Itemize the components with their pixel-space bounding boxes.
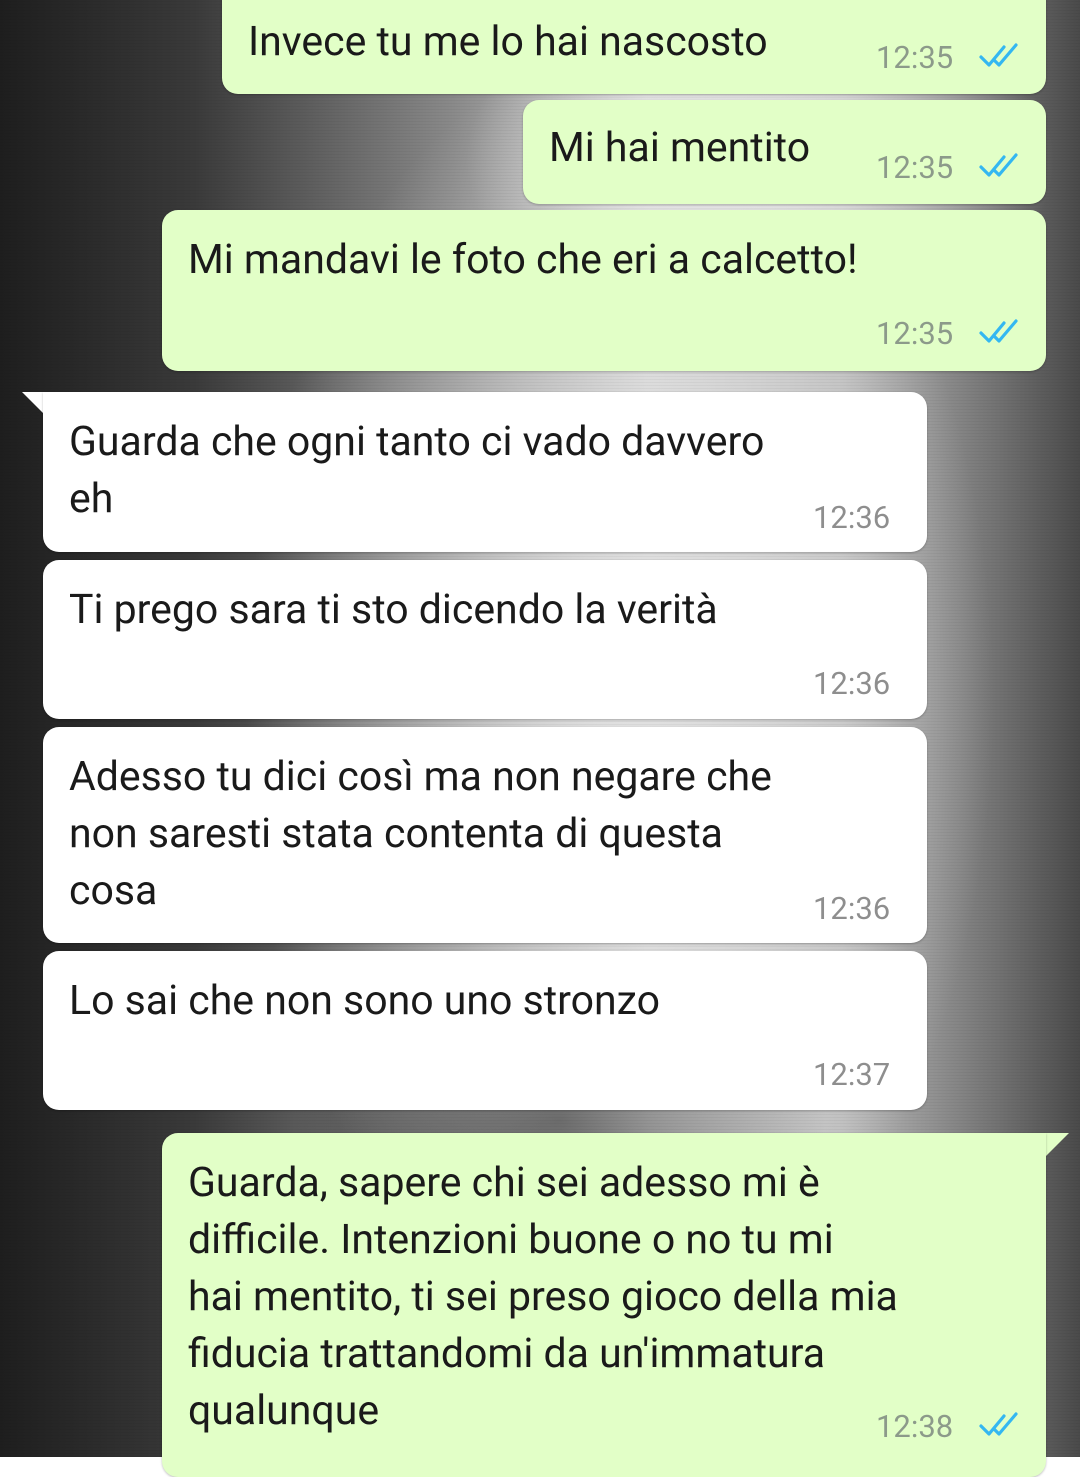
message-text: Invece tu me lo hai nascosto — [248, 18, 768, 66]
incoming-message[interactable]: Lo sai che non sono uno stronzo 12:37 — [43, 951, 927, 1110]
outgoing-message[interactable]: Mi mandavi le foto che eri a calcetto! 1… — [162, 210, 1046, 371]
message-text: Mi hai mentito — [549, 124, 811, 172]
message-time: 12:36 — [813, 499, 891, 536]
incoming-message[interactable]: Ti prego sara ti sto dicendo la verità 1… — [43, 560, 927, 719]
message-text: Adesso tu dici così ma non negare che no… — [69, 753, 772, 915]
outgoing-message[interactable]: Invece tu me lo hai nascosto 12:35 — [222, 0, 1046, 94]
message-time: 12:37 — [813, 1056, 891, 1093]
message-text: Ti prego sara ti sto dicendo la verità — [69, 586, 718, 634]
double-check-read-icon — [979, 319, 1018, 343]
message-text: Guarda, sapere chi sei adesso mi è diffi… — [188, 1159, 898, 1435]
message-time: 12:36 — [813, 665, 891, 702]
message-text: Lo sai che non sono uno stronzo — [69, 977, 661, 1025]
double-check-read-icon — [979, 1412, 1018, 1436]
message-text: Guarda che ogni tanto ci vado davvero eh — [69, 418, 765, 523]
message-time: 12:36 — [813, 890, 891, 927]
double-check-read-icon — [979, 43, 1018, 67]
message-time: 12:35 — [876, 149, 954, 186]
outgoing-message[interactable]: Mi hai mentito 12:35 — [523, 100, 1046, 204]
message-text: Mi mandavi le foto che eri a calcetto! — [188, 236, 858, 284]
incoming-message[interactable]: Guarda che ogni tanto ci vado davvero eh… — [43, 392, 927, 552]
outgoing-message[interactable]: Guarda, sapere chi sei adesso mi è diffi… — [162, 1133, 1046, 1477]
message-time: 12:35 — [876, 39, 954, 76]
message-time: 12:35 — [876, 315, 954, 352]
double-check-read-icon — [979, 153, 1018, 177]
bubble-tail — [1043, 1133, 1069, 1159]
incoming-message[interactable]: Adesso tu dici così ma non negare che no… — [43, 727, 927, 943]
message-time: 12:38 — [876, 1408, 954, 1445]
